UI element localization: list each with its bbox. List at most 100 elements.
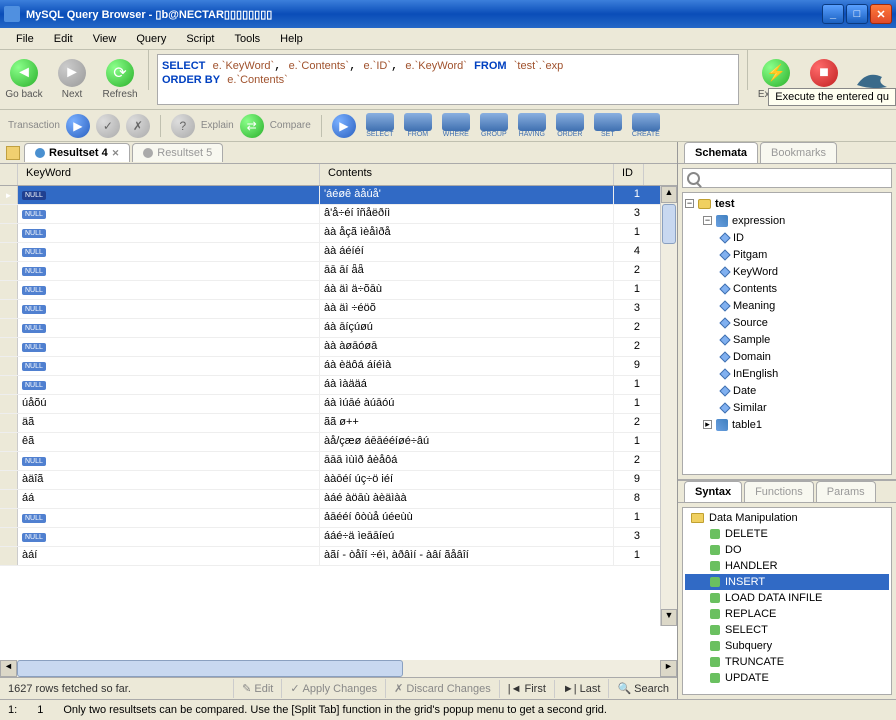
- query-where-button[interactable]: WHERE: [438, 113, 474, 138]
- table-row[interactable]: NULLàà áéíéí4: [0, 243, 677, 262]
- cell-id[interactable]: 4: [614, 243, 644, 261]
- scroll-right-icon[interactable]: ►: [660, 660, 677, 677]
- cell-keyword[interactable]: NULL: [18, 205, 320, 223]
- cell-keyword[interactable]: NULL: [18, 319, 320, 337]
- cell-contents[interactable]: ảāééí ôòùå úéeùù: [320, 509, 614, 527]
- expand-icon[interactable]: ▸: [703, 420, 712, 429]
- cell-keyword[interactable]: êã: [18, 433, 320, 451]
- tree-table[interactable]: ▸table1: [685, 416, 889, 433]
- tree-column[interactable]: Similar: [685, 399, 889, 416]
- cell-id[interactable]: 1: [614, 433, 644, 451]
- table-row[interactable]: úåõúáà ìúāé àúāóú1: [0, 395, 677, 414]
- cell-id[interactable]: 2: [614, 319, 644, 337]
- cell-contents[interactable]: àå/çæø áēāééíøé÷âú: [320, 433, 614, 451]
- syntax-item[interactable]: TRUNCATE: [685, 654, 889, 670]
- table-row[interactable]: àäîãààōéí úç÷ö iéí9: [0, 471, 677, 490]
- tree-column[interactable]: Sample: [685, 331, 889, 348]
- discard-button[interactable]: ✗ Discard Changes: [385, 679, 499, 698]
- query-group-button[interactable]: GROUP: [476, 113, 512, 138]
- query-from-button[interactable]: FROM: [400, 113, 436, 138]
- cell-id[interactable]: 1: [614, 376, 644, 394]
- tab-schemata[interactable]: Schemata: [684, 142, 758, 163]
- edit-button[interactable]: ✎ Edit: [233, 679, 281, 698]
- cell-keyword[interactable]: NULL: [18, 376, 320, 394]
- cell-contents[interactable]: āā āí ǟǟ: [320, 262, 614, 280]
- cell-id[interactable]: 1: [614, 186, 644, 204]
- syntax-item[interactable]: UPDATE: [685, 670, 889, 686]
- hscroll-thumb[interactable]: [17, 660, 403, 677]
- next-button[interactable]: ►Next: [48, 50, 96, 109]
- scroll-up-icon[interactable]: ▲: [661, 186, 677, 203]
- cell-keyword[interactable]: NULL: [18, 357, 320, 375]
- tab-params[interactable]: Params: [816, 481, 876, 502]
- cell-id[interactable]: 2: [614, 262, 644, 280]
- cell-id[interactable]: 1: [614, 509, 644, 527]
- maximize-button[interactable]: □: [846, 4, 868, 24]
- syntax-item[interactable]: REPLACE: [685, 606, 889, 622]
- menu-query[interactable]: Query: [126, 30, 176, 48]
- menu-edit[interactable]: Edit: [44, 30, 83, 48]
- menu-view[interactable]: View: [83, 30, 127, 48]
- scroll-left-icon[interactable]: ◄: [0, 660, 17, 677]
- cell-id[interactable]: 1: [614, 395, 644, 413]
- table-row[interactable]: NULLáà äì ä÷õāù1: [0, 281, 677, 300]
- expand-icon[interactable]: −: [685, 199, 694, 208]
- tree-column[interactable]: Domain: [685, 348, 889, 365]
- vertical-scrollbar[interactable]: ▲ ▼: [660, 186, 677, 626]
- cell-keyword[interactable]: NULL: [18, 281, 320, 299]
- table-row[interactable]: NULLáà āíçúøú2: [0, 319, 677, 338]
- cell-contents[interactable]: àà åçã ìèåìðå: [320, 224, 614, 242]
- tab-resultset-5[interactable]: Resultset 5: [132, 143, 223, 162]
- cell-contents[interactable]: áà ìúāé àúāóú: [320, 395, 614, 413]
- cell-contents[interactable]: áà äì ä÷õāù: [320, 281, 614, 299]
- tab-bookmarks[interactable]: Bookmarks: [760, 142, 837, 163]
- cell-id[interactable]: 9: [614, 357, 644, 375]
- tree-column[interactable]: Pitgam: [685, 246, 889, 263]
- compare-button[interactable]: ⇄: [240, 114, 264, 138]
- cell-keyword[interactable]: NULL: [18, 300, 320, 318]
- syntax-item[interactable]: Subquery: [685, 638, 889, 654]
- transaction-commit-button[interactable]: ✓: [96, 114, 120, 138]
- table-row[interactable]: êãàå/çæø áēāééíøé÷âú1: [0, 433, 677, 452]
- cell-contents[interactable]: āāā ìùìð ảèåôá: [320, 452, 614, 470]
- cell-keyword[interactable]: NULL: [18, 243, 320, 261]
- cell-contents[interactable]: àáé àöāù àèäìàà: [320, 490, 614, 508]
- cell-contents[interactable]: ááé÷ä ìeāāíeú: [320, 528, 614, 546]
- tree-column[interactable]: Contents: [685, 280, 889, 297]
- refresh-button[interactable]: ⟳Refresh: [96, 50, 144, 109]
- syntax-item[interactable]: DELETE: [685, 526, 889, 542]
- cell-id[interactable]: 1: [614, 224, 644, 242]
- tree-table[interactable]: −expression: [685, 212, 889, 229]
- last-button[interactable]: ►| Last: [554, 680, 609, 698]
- query-create-button[interactable]: CREATE: [628, 113, 664, 138]
- table-row[interactable]: NULLáà ìàääá1: [0, 376, 677, 395]
- syntax-item[interactable]: INSERT: [685, 574, 889, 590]
- cell-contents[interactable]: â'å÷éí îñåëðíì: [320, 205, 614, 223]
- cell-keyword[interactable]: NULL: [18, 452, 320, 470]
- minimize-button[interactable]: _: [822, 4, 844, 24]
- tree-column[interactable]: Source: [685, 314, 889, 331]
- table-row[interactable]: äããã ø++2: [0, 414, 677, 433]
- tree-column[interactable]: InEnglish: [685, 365, 889, 382]
- cell-keyword[interactable]: NULL: [18, 262, 320, 280]
- cell-keyword[interactable]: úåõú: [18, 395, 320, 413]
- tab-functions[interactable]: Functions: [744, 481, 814, 502]
- query-select-button[interactable]: SELECT: [362, 113, 398, 138]
- table-row[interactable]: àáíàãí - òåîí ÷éì, àðâìí - àâí ãåâîí1: [0, 547, 677, 566]
- expand-icon[interactable]: −: [703, 216, 712, 225]
- tree-db[interactable]: −test: [685, 195, 889, 212]
- syntax-item[interactable]: SELECT: [685, 622, 889, 638]
- tree-column[interactable]: ID: [685, 229, 889, 246]
- cell-contents[interactable]: áà èäôá áíéìà: [320, 357, 614, 375]
- scroll-thumb[interactable]: [662, 204, 676, 244]
- table-row[interactable]: NULLàà åçã ìèåìðå1: [0, 224, 677, 243]
- schema-search-input[interactable]: [682, 168, 892, 188]
- cell-contents[interactable]: áà ìàääá: [320, 376, 614, 394]
- tree-column[interactable]: Meaning: [685, 297, 889, 314]
- transaction-rollback-button[interactable]: ✗: [126, 114, 150, 138]
- close-button[interactable]: ✕: [870, 4, 892, 24]
- cell-keyword[interactable]: äã: [18, 414, 320, 432]
- table-row[interactable]: NULLàà äì ÷éöõ3: [0, 300, 677, 319]
- tab-resultset-4[interactable]: Resultset 4✕: [24, 143, 130, 162]
- syntax-folder[interactable]: Data Manipulation: [685, 510, 889, 526]
